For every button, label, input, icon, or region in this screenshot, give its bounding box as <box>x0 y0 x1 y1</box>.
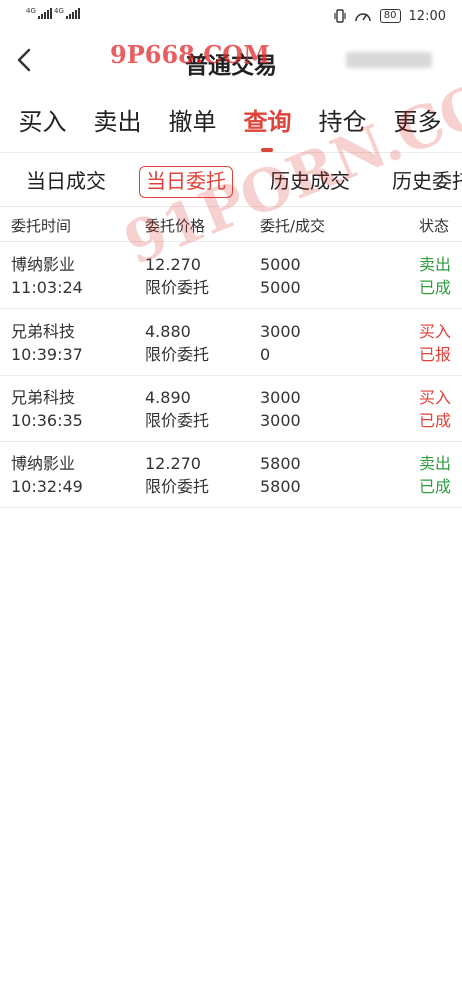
tab-buy[interactable]: 买入 <box>5 92 80 152</box>
tab-more[interactable]: 更多 <box>380 92 455 152</box>
order-price: 12.270 <box>145 454 201 473</box>
order-price: 4.880 <box>145 322 191 341</box>
order-time: 10:32:49 <box>11 477 83 496</box>
order-type: 限价委托 <box>145 345 210 364</box>
tab-sell[interactable]: 卖出 <box>80 92 155 152</box>
table-row[interactable]: 博纳影业 11:03:24 12.270 限价委托 5000 5000 卖出 已… <box>0 242 462 309</box>
column-header-price: 委托价格 <box>145 217 206 235</box>
column-header-status: 状态 <box>419 217 450 235</box>
order-status: 已报 <box>419 345 452 364</box>
order-side: 卖出 <box>419 255 452 274</box>
column-header-quantity: 委托/成交 <box>260 217 326 235</box>
order-status: 已成 <box>419 477 452 496</box>
entrust-quantity: 5000 <box>260 255 301 274</box>
order-side: 卖出 <box>419 454 452 473</box>
column-header-time: 委托时间 <box>11 217 72 235</box>
deal-quantity: 3000 <box>260 411 301 430</box>
tab-query[interactable]: 查询 <box>230 92 305 152</box>
order-time: 10:36:35 <box>11 411 83 430</box>
order-type: 限价委托 <box>145 278 210 297</box>
order-price: 4.890 <box>145 388 191 407</box>
vibrate-icon <box>334 9 346 23</box>
status-bar: 4G 4G 80 12:00 <box>0 0 462 34</box>
table-row[interactable]: 博纳影业 10:32:49 12.270 限价委托 5800 5800 卖出 已… <box>0 441 462 508</box>
account-id-blurred <box>346 52 432 68</box>
order-status: 已成 <box>419 278 452 297</box>
order-type: 限价委托 <box>145 411 210 430</box>
tab-positions[interactable]: 持仓 <box>305 92 380 152</box>
title-bar: 普通交易 <box>0 34 462 92</box>
signal-icon-sim2: 4G <box>54 8 80 19</box>
order-price: 12.270 <box>145 255 201 274</box>
order-type: 限价委托 <box>145 477 210 496</box>
order-side: 买入 <box>419 388 452 407</box>
sub-tab-bar: 当日成交 当日委托 历史成交 历史委托 <box>0 153 462 207</box>
speed-icon <box>355 13 371 22</box>
tab-cancel-order[interactable]: 撤单 <box>155 92 230 152</box>
subtab-history-orders[interactable]: 历史委托 <box>392 166 462 196</box>
entrust-quantity: 3000 <box>260 322 301 341</box>
order-time: 10:39:37 <box>11 345 83 364</box>
table-row[interactable]: 兄弟科技 10:36:35 4.890 限价委托 3000 3000 买入 已成 <box>0 375 462 442</box>
subtab-today-deals[interactable]: 当日成交 <box>26 166 106 196</box>
battery-icon: 80 <box>379 9 401 23</box>
entrust-quantity: 5800 <box>260 454 301 473</box>
subtab-today-orders[interactable]: 当日委托 <box>139 166 233 198</box>
order-status: 已成 <box>419 411 452 430</box>
signal-icon-sim1: 4G <box>26 8 52 19</box>
stock-name: 兄弟科技 <box>11 322 76 341</box>
entrust-quantity: 3000 <box>260 388 301 407</box>
table-row[interactable]: 兄弟科技 10:39:37 4.880 限价委托 3000 0 买入 已报 <box>0 309 462 376</box>
table-header: 委托时间 委托价格 委托/成交 状态 <box>0 207 462 241</box>
order-time: 11:03:24 <box>11 278 83 297</box>
deal-quantity: 5800 <box>260 477 301 496</box>
subtab-history-deals[interactable]: 历史成交 <box>270 166 350 196</box>
stock-name: 博纳影业 <box>11 255 76 274</box>
stock-name: 兄弟科技 <box>11 388 76 407</box>
deal-quantity: 5000 <box>260 278 301 297</box>
clock: 12:00 <box>408 8 446 24</box>
order-side: 买入 <box>419 322 452 341</box>
main-tab-bar: 买入 卖出 撤单 查询 持仓 更多 <box>0 92 462 152</box>
deal-quantity: 0 <box>260 345 271 364</box>
stock-name: 博纳影业 <box>11 454 76 473</box>
